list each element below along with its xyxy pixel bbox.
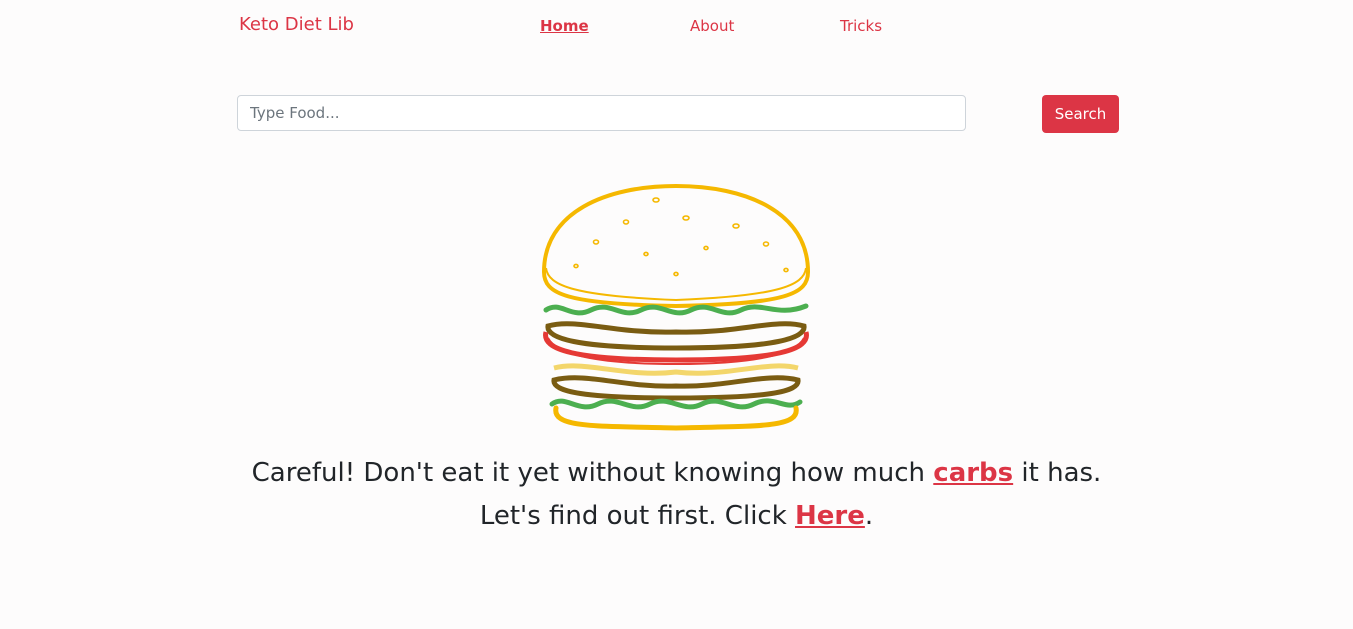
carbs-link[interactable]: carbs: [933, 458, 1013, 488]
nav-home[interactable]: Home: [540, 17, 589, 35]
tagline-line1-prefix: Careful! Don't eat it yet without knowin…: [251, 458, 934, 488]
tagline-line2-prefix: Let's find out first. Click: [479, 501, 796, 531]
tagline-line-2: Let's find out first. Click Here.: [0, 495, 1353, 538]
search-button[interactable]: Search: [1042, 95, 1119, 133]
burger-illustration: [542, 184, 810, 431]
food-search-input[interactable]: [237, 95, 966, 131]
brand-logo[interactable]: Keto Diet Lib: [239, 14, 354, 35]
here-link[interactable]: Here: [795, 501, 865, 531]
tagline-line-1: Careful! Don't eat it yet without knowin…: [0, 452, 1353, 495]
nav-about[interactable]: About: [690, 17, 734, 35]
nav-tricks[interactable]: Tricks: [840, 17, 882, 35]
tagline-line2-suffix: .: [864, 501, 874, 531]
hero-tagline: Careful! Don't eat it yet without knowin…: [0, 452, 1353, 538]
tagline-line1-suffix: it has.: [1013, 458, 1102, 488]
